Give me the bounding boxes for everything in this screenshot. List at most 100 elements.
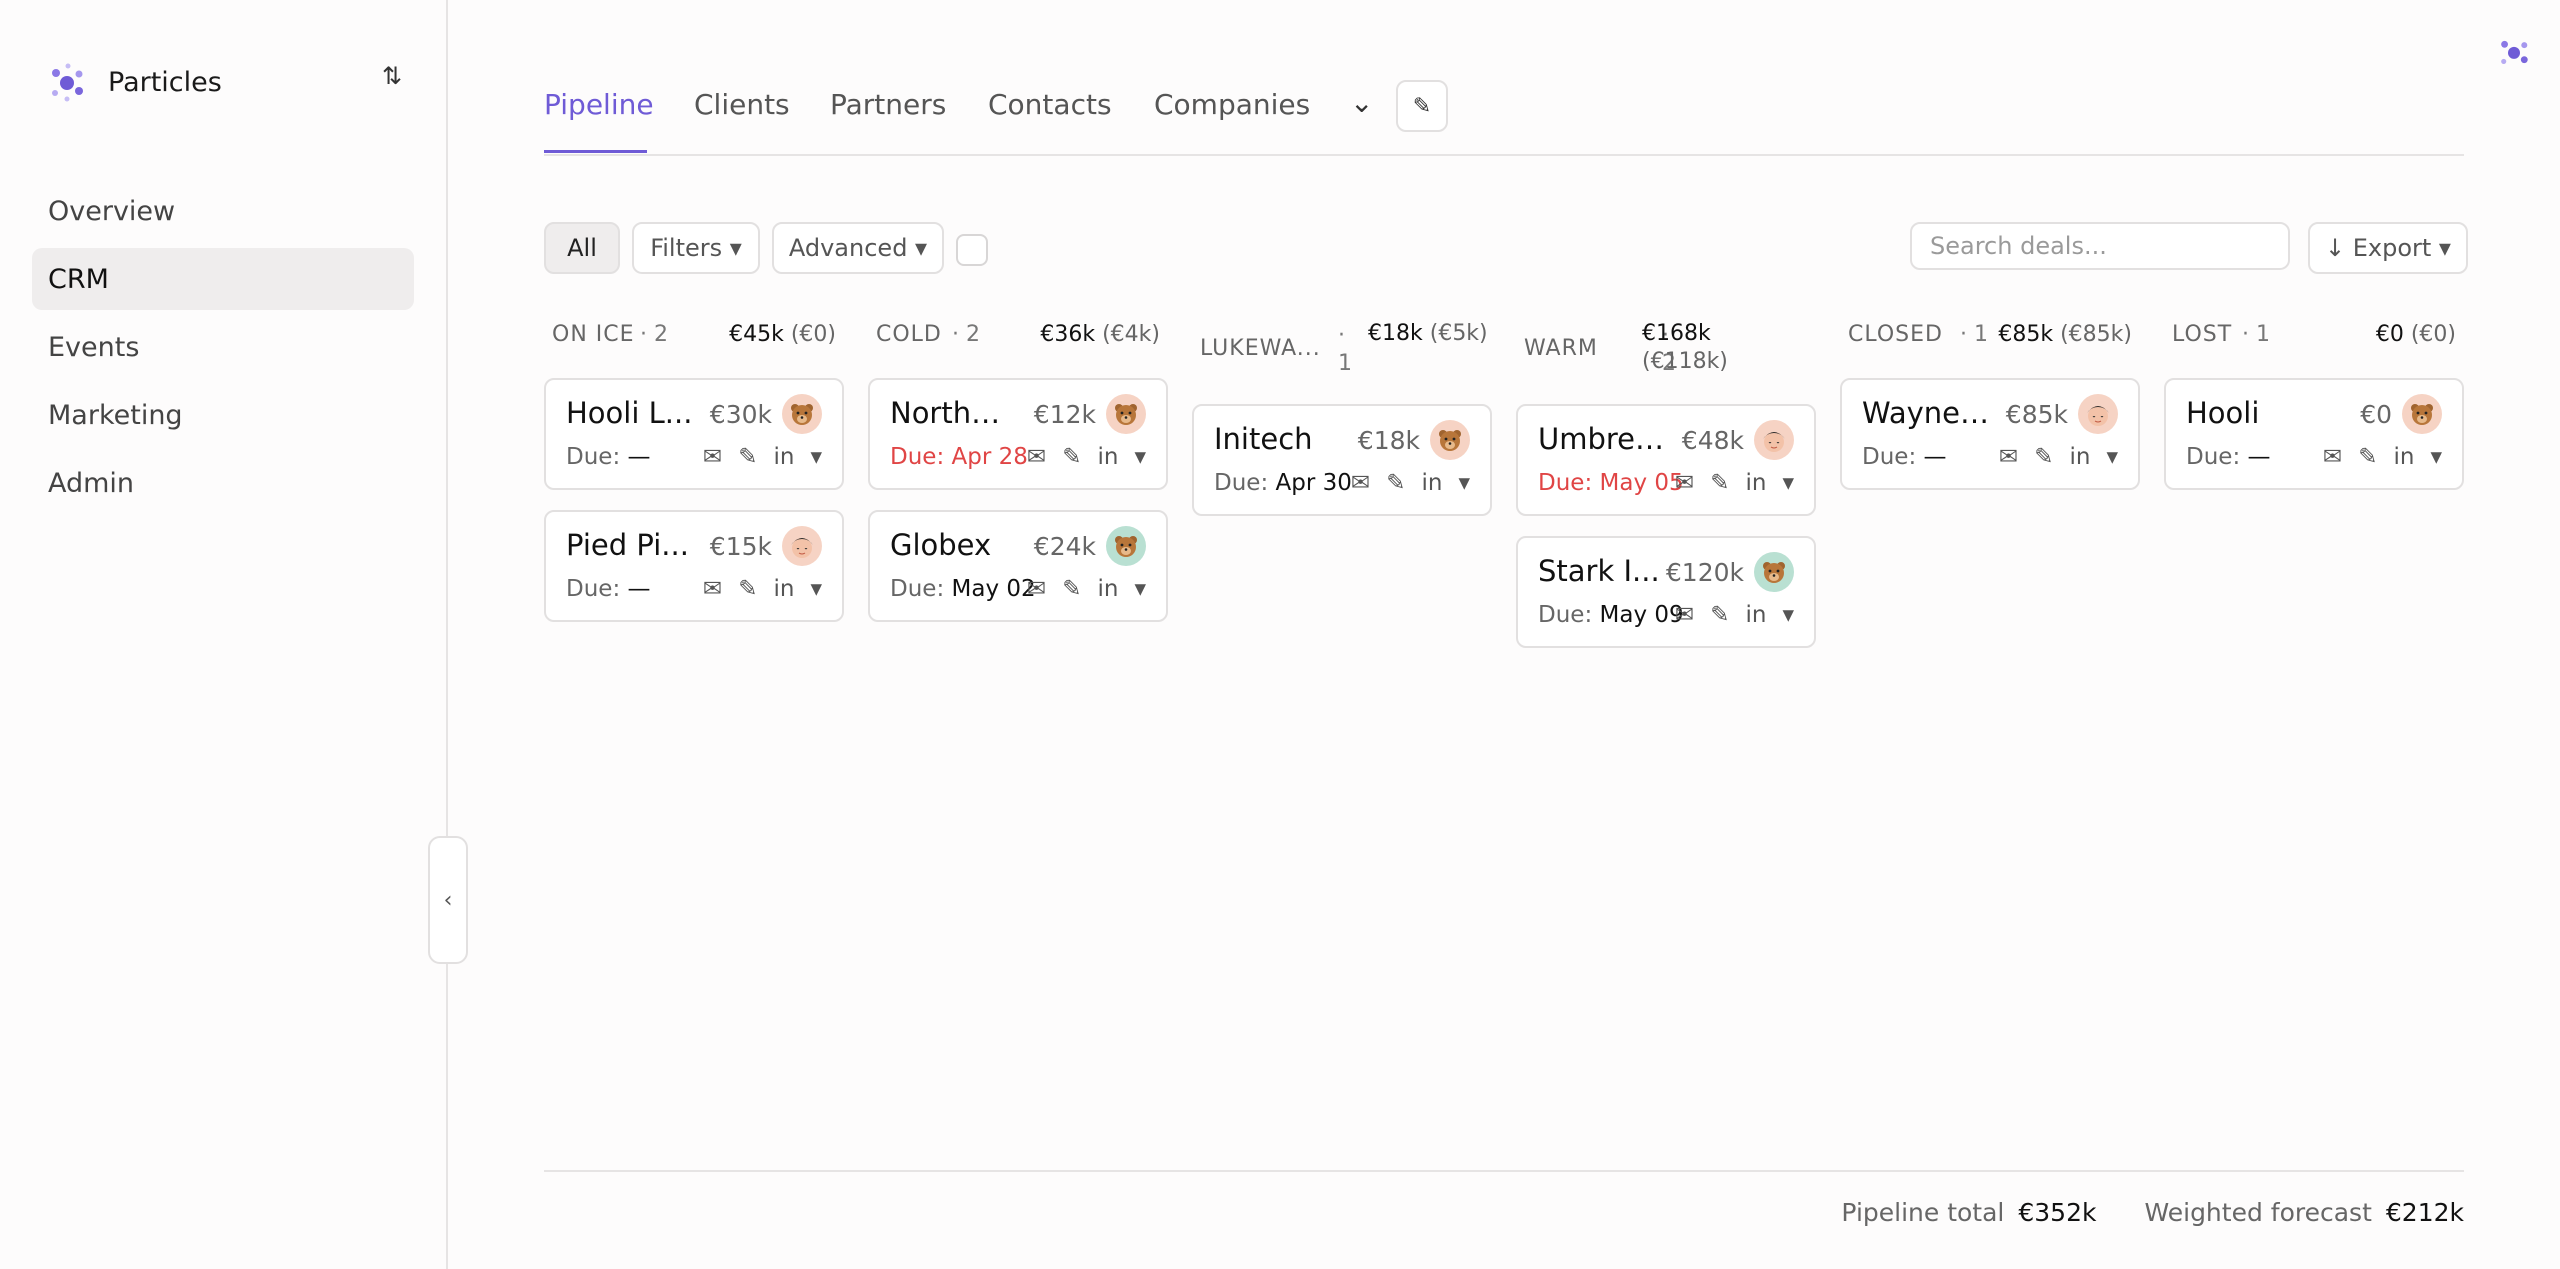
sidebar-item-events[interactable]: Events <box>32 316 414 378</box>
sidebar-item-crm[interactable]: CRM <box>32 248 414 310</box>
sidebar-item-marketing[interactable]: Marketing <box>32 384 414 446</box>
deal-card[interactable]: Wayne ... €85k Due: — ✉ ✎ in ▾ <box>1840 378 2140 490</box>
pencil-icon[interactable]: ✎ <box>2358 444 2377 470</box>
email-icon[interactable]: ✉ <box>1027 444 1046 470</box>
workspace-switcher[interactable]: Particles <box>46 60 222 104</box>
linkedin-icon[interactable]: in <box>1745 602 1766 628</box>
pencil-icon[interactable]: ✎ <box>1386 470 1405 496</box>
deal-name[interactable]: Wayne ... <box>1862 396 1990 430</box>
pencil-icon[interactable]: ✎ <box>2034 444 2053 470</box>
deal-card[interactable]: Initech €18k Due: Apr 30 ✉ ✎ in ▾ <box>1192 404 1492 516</box>
deal-due-date: Due: — <box>566 444 651 470</box>
person-avatar-icon[interactable] <box>782 526 822 566</box>
deal-card[interactable]: Globex €24k Due: May 02 ✉ ✎ in ▾ <box>868 510 1168 622</box>
deal-actions: ✉ ✎ in ▾ <box>703 444 822 470</box>
advanced-dropdown[interactable]: Advanced ▾ <box>772 222 944 274</box>
linkedin-icon[interactable]: in <box>1097 444 1118 470</box>
deal-card[interactable]: Umbrel... €48k Due: May 05 ✉ ✎ in ▾ <box>1516 404 1816 516</box>
deal-name[interactable]: Initech <box>1214 422 1342 456</box>
sidebar-item-overview[interactable]: Overview <box>32 180 414 242</box>
export-button[interactable]: ↓ Export ▾ <box>2308 222 2468 274</box>
collapse-sidebar-button[interactable]: ‹ <box>428 836 468 964</box>
pipeline-board: ON ICE · 2 €45k (€0) Hooli L... €30k Due: — ✉ ✎… <box>544 316 2464 1176</box>
tab-contacts[interactable]: Contacts <box>988 88 1112 121</box>
chevron-down-icon[interactable]: ▾ <box>1782 470 1794 496</box>
deal-amount: €0 <box>2360 400 2392 429</box>
due-label: Due: <box>566 576 621 602</box>
deal-name[interactable]: Hooli L... <box>566 396 694 430</box>
pipeline-footer: Pipeline total €352k Weighted forecast €… <box>544 1170 2464 1252</box>
tab-clients[interactable]: Clients <box>694 88 790 121</box>
email-icon[interactable]: ✉ <box>1675 470 1694 496</box>
linkedin-icon[interactable]: in <box>1097 576 1118 602</box>
person-avatar-icon[interactable] <box>1754 420 1794 460</box>
deal-card[interactable]: Stark I... €120k Due: May 09 ✉ ✎ in ▾ <box>1516 536 1816 648</box>
switch-workspace-icon[interactable]: ⇅ <box>382 62 402 90</box>
pencil-icon[interactable]: ✎ <box>1710 602 1729 628</box>
deal-name[interactable]: Hooli <box>2186 396 2314 430</box>
deal-card[interactable]: Pied Pi... €15k Due: — ✉ ✎ in ▾ <box>544 510 844 622</box>
email-icon[interactable]: ✉ <box>1027 576 1046 602</box>
search-deals-input[interactable] <box>1910 222 2290 270</box>
chevron-down-icon[interactable]: ▾ <box>810 444 822 470</box>
tab-pipeline[interactable]: Pipeline <box>544 88 654 121</box>
chevron-down-icon[interactable]: ▾ <box>1134 576 1146 602</box>
bear-avatar-icon[interactable] <box>2402 394 2442 434</box>
email-icon[interactable]: ✉ <box>1675 602 1694 628</box>
deal-name[interactable]: Globex <box>890 528 1018 562</box>
due-value: — <box>627 576 651 602</box>
due-label: Due: <box>890 444 945 470</box>
deal-card[interactable]: Hooli L... €30k Due: — ✉ ✎ in ▾ <box>544 378 844 490</box>
email-icon[interactable]: ✉ <box>2323 444 2342 470</box>
email-icon[interactable]: ✉ <box>703 444 722 470</box>
pencil-icon[interactable]: ✎ <box>1710 470 1729 496</box>
linkedin-icon[interactable]: in <box>773 444 794 470</box>
email-icon[interactable]: ✉ <box>1351 470 1370 496</box>
pipeline-total-value: €352k <box>2018 1198 2097 1227</box>
due-value: — <box>1923 444 1947 470</box>
deal-name[interactable]: Umbrel... <box>1538 422 1666 456</box>
person-avatar-icon[interactable] <box>2078 394 2118 434</box>
chevron-down-icon[interactable]: ▾ <box>810 576 822 602</box>
linkedin-icon[interactable]: in <box>2393 444 2414 470</box>
deal-actions: ✉ ✎ in ▾ <box>2323 444 2442 470</box>
filter-all-button[interactable]: All <box>544 222 620 274</box>
email-icon[interactable]: ✉ <box>703 576 722 602</box>
column-weighted: (€118k) <box>1642 349 1728 374</box>
chevron-down-icon[interactable]: ▾ <box>1782 602 1794 628</box>
select-all-checkbox[interactable] <box>956 234 988 266</box>
bear-avatar-icon[interactable] <box>782 394 822 434</box>
sidebar-item-admin[interactable]: Admin <box>32 452 414 514</box>
chevron-down-icon[interactable]: ▾ <box>1134 444 1146 470</box>
linkedin-icon[interactable]: in <box>773 576 794 602</box>
tab-partners[interactable]: Partners <box>830 88 946 121</box>
column-weighted: (€0) <box>2410 322 2456 347</box>
pencil-icon[interactable]: ✎ <box>738 576 757 602</box>
bear-avatar-icon[interactable] <box>1106 526 1146 566</box>
deal-name[interactable]: Pied Pi... <box>566 528 694 562</box>
tab-companies[interactable]: Companies <box>1154 88 1310 121</box>
deal-card[interactable]: Hooli €0 Due: — ✉ ✎ in ▾ <box>2164 378 2464 490</box>
linkedin-icon[interactable]: in <box>1745 470 1766 496</box>
email-icon[interactable]: ✉ <box>1999 444 2018 470</box>
deal-name[interactable]: Northwi... <box>890 396 1018 430</box>
pencil-icon[interactable]: ✎ <box>738 444 757 470</box>
chevron-down-icon[interactable]: ▾ <box>2106 444 2118 470</box>
filters-dropdown[interactable]: Filters ▾ <box>632 222 760 274</box>
deal-card[interactable]: Northwi... €12k Due: Apr 28 ✉ ✎ in ▾ <box>868 378 1168 490</box>
bear-avatar-icon[interactable] <box>1754 552 1794 592</box>
chevron-down-icon[interactable]: ⌄ <box>1350 86 1373 119</box>
due-label: Due: <box>1538 602 1593 628</box>
deal-name[interactable]: Stark I... <box>1538 554 1666 588</box>
pencil-icon[interactable]: ✎ <box>1062 444 1081 470</box>
pencil-icon[interactable]: ✎ <box>1062 576 1081 602</box>
chevron-down-icon[interactable]: ▾ <box>2430 444 2442 470</box>
linkedin-icon[interactable]: in <box>2069 444 2090 470</box>
chevron-down-icon[interactable]: ▾ <box>1458 470 1470 496</box>
linkedin-icon[interactable]: in <box>1421 470 1442 496</box>
bear-avatar-icon[interactable] <box>1430 420 1470 460</box>
edit-tabs-button[interactable]: ✎ <box>1396 80 1448 132</box>
bear-avatar-icon[interactable] <box>1106 394 1146 434</box>
deal-due-date: Due: May 05 <box>1538 470 1684 496</box>
pipeline-column: ON ICE · 2 €45k (€0) Hooli L... €30k Due: — ✉ ✎… <box>544 316 844 642</box>
